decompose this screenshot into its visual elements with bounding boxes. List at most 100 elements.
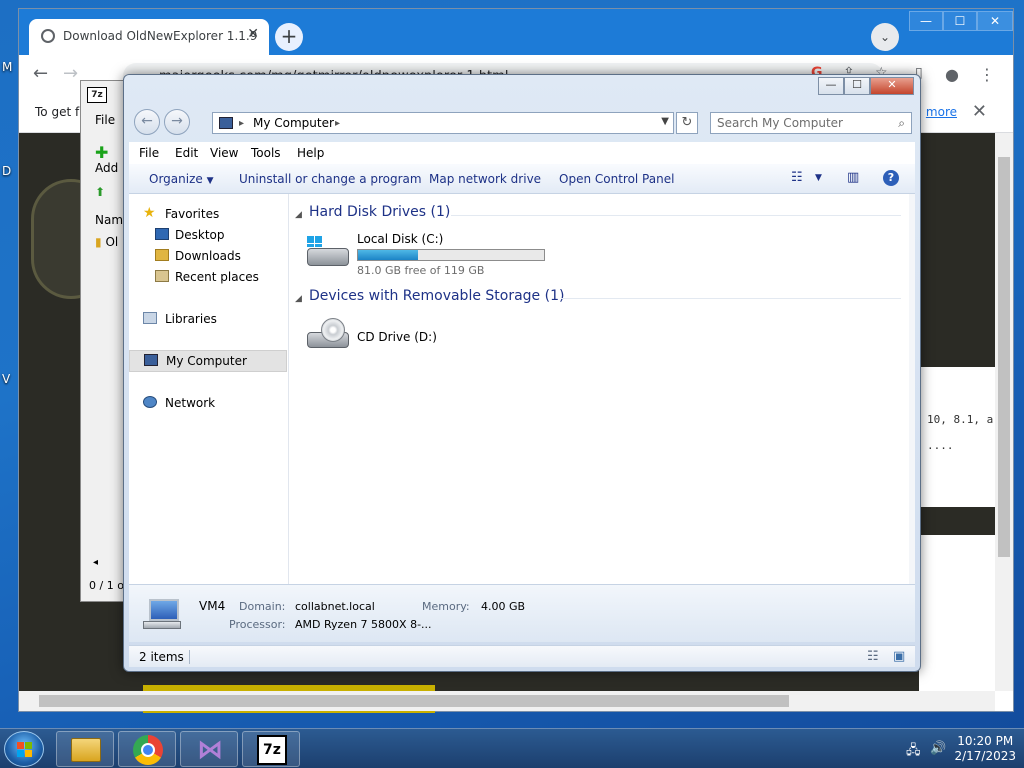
drive-c-usage-bar [357,249,545,261]
refresh-button[interactable]: ↻ [676,112,698,134]
nav-favorites[interactable]: ★ Favorites [129,204,287,224]
organize-button[interactable]: Organize ▼ [149,172,214,186]
explorer-minimize-button[interactable]: — [818,77,844,95]
open-control-panel-button[interactable]: Open Control Panel [559,172,674,186]
group-header-removable[interactable]: Devices with Removable Storage (1) [309,288,564,304]
page-text: .... [927,439,954,452]
taskbar-explorer[interactable] [56,731,114,767]
browser-tab[interactable]: Download OldNewExplorer 1.1.9 ✕ [29,19,269,55]
taskbar: ⋈ 7z 🖧 🔊 10:20 PM 2/17/2023 [0,728,1024,768]
uninstall-program-button[interactable]: Uninstall or change a program [239,172,422,186]
profile-icon[interactable]: ● [945,65,959,84]
organize-label: Organize [149,172,203,186]
domain-label: Domain: [239,600,286,613]
page-vertical-scrollbar[interactable] [995,133,1013,691]
taskbar-chrome[interactable] [118,731,176,767]
chrome-close-button[interactable]: ✕ [977,11,1013,31]
back-button[interactable]: ← [134,109,160,135]
menu-edit[interactable]: Edit [175,146,198,160]
cd-drive-icon[interactable] [305,318,351,350]
content-scrollbar[interactable] [909,194,915,584]
info-bar-link[interactable]: more [926,105,957,119]
chevron-right-icon[interactable]: ▸ [335,118,340,129]
drive-c-name[interactable]: Local Disk (C:) [357,232,443,246]
7zip-file-item[interactable]: ▮ Ol [95,235,118,249]
chevron-down-icon[interactable]: ▼ [661,116,669,127]
search-input[interactable]: Search My Computer ⌕ [710,112,912,134]
7zip-add-button[interactable]: Add [95,161,118,175]
scrollbar-thumb[interactable] [39,695,789,707]
chevron-down-icon[interactable]: ▼ [815,173,822,183]
drive-d-name[interactable]: CD Drive (D:) [357,330,437,344]
details-view-icon[interactable]: ☷ [867,649,879,664]
scroll-left-icon[interactable]: ◂ [93,557,98,568]
chevron-right-icon[interactable]: ▸ [239,118,244,129]
processor-label: Processor: [229,618,286,631]
collapse-triangle-icon[interactable]: ◢ [295,210,302,220]
menu-view[interactable]: View [210,146,238,160]
preview-pane-icon[interactable]: ▥ [847,170,859,185]
7zip-window: 7z File ✚ Add ⬆ Nam ▮ Ol ◂ 0 / 1 o [80,80,128,602]
hard-disk-icon[interactable] [305,236,351,268]
group-header-hard-disks[interactable]: Hard Disk Drives (1) [309,204,450,220]
map-network-drive-button[interactable]: Map network drive [429,172,541,186]
desktop-icon-label[interactable]: M [2,60,12,74]
page-text-panel [919,367,997,507]
forward-arrow-icon: → [171,113,183,129]
tab-close-icon[interactable]: ✕ [247,26,259,42]
info-bar-text: To get f [35,105,80,119]
visual-studio-icon: ⋈ [197,735,223,765]
nav-my-computer[interactable]: My Computer [129,350,287,372]
nav-label: Network [165,396,216,410]
menu-file[interactable]: File [139,146,159,160]
nav-recent-places[interactable]: Recent places [129,267,287,287]
up-folder-icon[interactable]: ⬆ [95,185,105,199]
explorer-maximize-button[interactable]: ☐ [844,77,870,95]
nav-downloads[interactable]: Downloads [129,246,287,266]
start-button[interactable] [4,731,44,767]
folder-icon: ▮ [95,235,102,249]
chrome-maximize-button[interactable]: ☐ [943,11,977,31]
new-tab-button[interactable]: + [275,23,303,51]
group-divider [561,298,901,299]
back-arrow-icon[interactable]: ← [33,63,48,84]
refresh-icon: ↻ [681,115,693,130]
7zip-name-column[interactable]: Nam [95,213,123,227]
help-icon[interactable]: ? [883,170,899,186]
forward-arrow-icon[interactable]: → [63,63,78,84]
memory-value: 4.00 GB [481,600,526,613]
tab-search-button[interactable]: ⌄ [871,23,899,51]
nav-libraries[interactable]: Libraries [129,309,287,329]
forward-button[interactable]: → [164,109,190,135]
explorer-close-button[interactable]: ✕ [870,77,914,95]
explorer-window: — ☐ ✕ ← → ▸ My Computer ▸ ▼ ↻ Search My … [123,74,921,672]
nav-desktop[interactable]: Desktop [129,225,287,245]
chrome-minimize-button[interactable]: — [909,11,943,31]
change-view-icon[interactable]: ☷ [791,170,803,185]
7zip-menu-file[interactable]: File [95,113,115,127]
nav-label: Favorites [165,207,220,221]
computer-icon [141,597,181,631]
nav-network[interactable]: Network [129,393,287,413]
taskbar-7zip[interactable]: 7z [242,731,300,767]
desktop-icon-label[interactable]: V [2,372,10,386]
menu-dots-icon[interactable]: ⋮ [979,65,995,84]
search-placeholder: Search My Computer [717,116,843,130]
menu-help[interactable]: Help [297,146,324,160]
system-clock[interactable]: 10:20 PM 2/17/2023 [954,734,1016,764]
nav-label: My Computer [166,354,247,368]
search-icon: ⌕ [898,116,905,130]
collapse-triangle-icon[interactable]: ◢ [295,294,302,304]
scrollbar-thumb[interactable] [998,157,1010,557]
page-horizontal-scrollbar[interactable] [19,691,995,711]
add-icon[interactable]: ✚ [95,143,108,162]
info-bar-close-icon[interactable]: ✕ [972,101,987,122]
menu-tools[interactable]: Tools [251,146,281,160]
volume-icon[interactable]: 🔊 [930,741,946,756]
network-icon [143,396,157,408]
network-tray-icon[interactable]: 🖧 [906,741,921,763]
address-bar[interactable]: ▸ My Computer ▸ ▼ [212,112,674,134]
desktop-icon-label[interactable]: D [2,164,11,178]
taskbar-visual-studio[interactable]: ⋈ [180,731,238,767]
large-icons-view-icon[interactable]: ▣ [893,649,905,664]
